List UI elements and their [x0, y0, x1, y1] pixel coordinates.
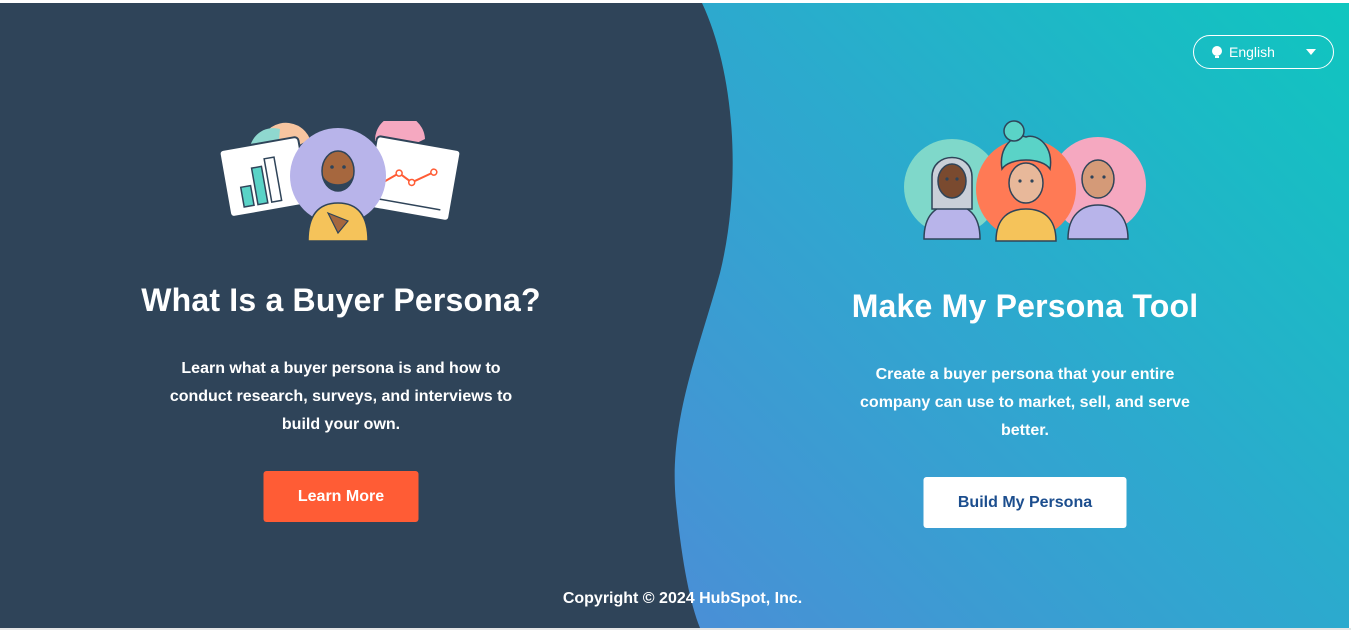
- learn-more-button[interactable]: Learn More: [263, 471, 419, 522]
- language-label: English: [1229, 44, 1275, 60]
- page-background: What Is a Buyer Persona? Learn what a bu…: [0, 3, 1349, 628]
- tool-title: Make My Persona Tool: [851, 288, 1199, 324]
- right-panel: Make My Persona Tool Create a buyer pers…: [774, 3, 1276, 628]
- right-description: Create a buyer persona that your entire …: [860, 366, 1190, 439]
- language-selector[interactable]: English: [1193, 35, 1334, 69]
- page-title: What Is a Buyer Persona?: [141, 282, 541, 318]
- buyer-persona-illustration: [220, 121, 460, 241]
- chevron-down-icon: [1306, 49, 1316, 55]
- build-my-persona-button[interactable]: Build My Persona: [923, 477, 1127, 528]
- globe-icon: [1212, 46, 1222, 58]
- copyright-text: Copyright © 2024 HubSpot, Inc.: [562, 590, 803, 607]
- persona-group-illustration: [904, 120, 1146, 242]
- left-panel: What Is a Buyer Persona? Learn what a bu…: [90, 3, 592, 628]
- left-description: Learn what a buyer persona is and how to…: [169, 360, 513, 433]
